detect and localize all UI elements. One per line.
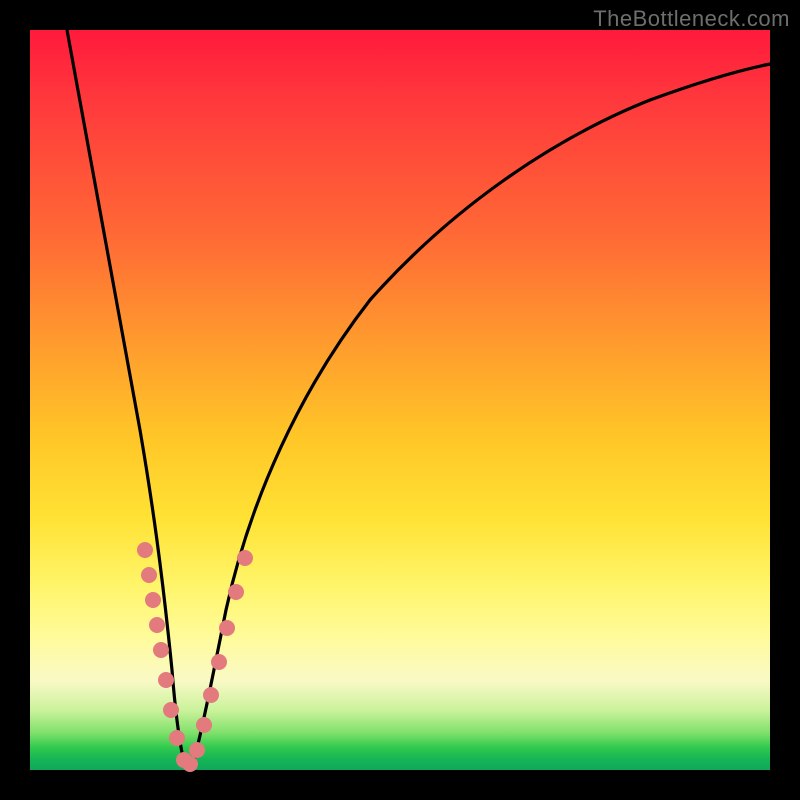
gradient-plot-area <box>30 30 770 770</box>
dot <box>237 550 253 566</box>
dot <box>211 654 227 670</box>
dot <box>137 542 153 558</box>
dot <box>169 730 185 746</box>
dot <box>149 617 165 633</box>
dot <box>196 717 212 733</box>
dot <box>219 620 235 636</box>
dot <box>189 742 205 758</box>
dot <box>153 642 169 658</box>
dot <box>158 672 174 688</box>
dot <box>228 584 244 600</box>
chart-frame: TheBottleneck.com <box>0 0 800 800</box>
bottleneck-curve <box>67 30 770 766</box>
watermark-text: TheBottleneck.com <box>593 6 790 32</box>
dot <box>203 687 219 703</box>
curve-layer <box>30 30 770 770</box>
dot <box>182 756 198 772</box>
dot <box>163 702 179 718</box>
dot <box>141 567 157 583</box>
dot <box>145 592 161 608</box>
